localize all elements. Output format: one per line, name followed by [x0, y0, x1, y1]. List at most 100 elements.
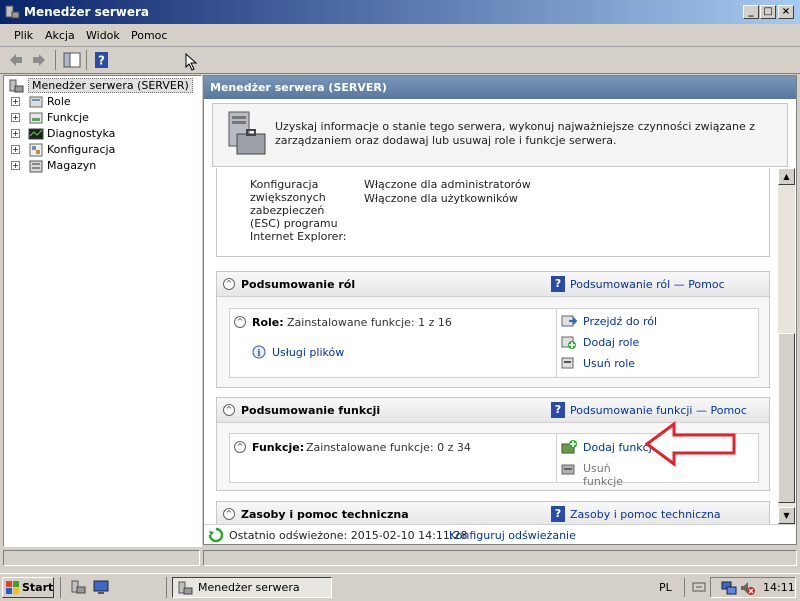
scrollbar-thumb[interactable] — [778, 333, 795, 503]
tree-item-features[interactable]: + Funkcje — [4, 110, 199, 126]
title-bar: Menedżer serwera _ □ × — [0, 0, 800, 24]
collapse-icon[interactable]: ^ — [234, 441, 246, 453]
remove-roles-icon — [561, 357, 574, 369]
toolbar-divider — [55, 50, 56, 70]
tree-item-diagnostics[interactable]: + Diagnostyka — [4, 126, 199, 142]
expand-icon[interactable]: + — [11, 129, 20, 138]
esc-label-line: (ESC) programu — [250, 217, 338, 230]
back-arrow-icon[interactable] — [6, 50, 26, 70]
esc-section: Konfiguracja zwiększonych zabezpieczeń (… — [216, 168, 770, 257]
svg-text:i: i — [257, 349, 261, 359]
menu-file[interactable]: Plik — [14, 29, 33, 42]
resources-help-link[interactable]: Zasoby i pomoc techniczna — [570, 508, 721, 521]
menu-help[interactable]: Pomoc — [131, 29, 167, 42]
resources-header[interactable]: ^ Zasoby i pomoc techniczna ? Zasoby i p… — [217, 502, 769, 524]
expand-icon[interactable]: + — [11, 97, 20, 106]
menu-view[interactable]: Widok — [86, 29, 120, 42]
taskbar-app-server-manager[interactable]: Menedżer serwera — [172, 577, 332, 598]
esc-value-admin: Włączone dla administratorów — [364, 178, 531, 191]
esc-values: Włączone dla administratorów Włączone dl… — [364, 178, 531, 206]
main-pane: Menedżer serwera (SERVER) Uzyskaj inform… — [203, 75, 797, 545]
taskbar: Start Menedżer serwera PL 14:11 — [0, 573, 800, 601]
configuration-icon — [29, 143, 43, 157]
add-roles-link[interactable]: Dodaj role — [583, 336, 639, 349]
network-icon[interactable] — [721, 580, 737, 596]
tree-item-label: Konfiguracja — [47, 143, 116, 156]
taskbar-app-label: Menedżer serwera — [198, 581, 300, 594]
tree-item-label: Diagnostyka — [47, 127, 116, 140]
main-pane-header: Menedżer serwera (SERVER) — [204, 76, 796, 99]
show-desktop-icon[interactable] — [93, 579, 109, 595]
tree-item-label: Funkcje — [47, 111, 89, 124]
toolbar-divider — [86, 50, 87, 70]
collapse-icon[interactable]: ^ — [223, 404, 235, 416]
roles-label: Role: — [252, 316, 284, 329]
expand-icon[interactable]: + — [11, 145, 20, 154]
toolbar: ? — [0, 47, 800, 74]
main-vertical-scrollbar[interactable]: ▲ ▼ — [778, 168, 795, 524]
tree-item-roles[interactable]: + Role — [4, 94, 199, 110]
tree-item-storage[interactable]: + Magazyn — [4, 158, 199, 174]
window-status-bar — [0, 547, 800, 569]
help-icon: ? — [551, 506, 565, 522]
tree-item-root[interactable]: Menedżer serwera (SERVER) — [4, 78, 199, 94]
esc-label: Konfiguracja zwiększonych zabezpieczeń (… — [250, 178, 347, 243]
tree-item-label: Magazyn — [47, 159, 97, 172]
features-summary-header[interactable]: ^ Podsumowanie funkcji ? Podsumowanie fu… — [217, 398, 769, 423]
refresh-status-bar: Ostatnio odświeżone: 2015-02-10 14:11:28… — [204, 524, 796, 544]
red-arrow-annotation-icon — [644, 421, 736, 467]
summary-scroll-area: Konfiguracja zwiększonych zabezpieczeń (… — [204, 168, 776, 524]
clock[interactable]: 14:11 — [763, 581, 795, 594]
minimize-button[interactable]: _ — [743, 5, 759, 19]
server-manager-icon — [9, 79, 24, 93]
maximize-button[interactable]: □ — [760, 5, 776, 19]
diagnostics-icon — [28, 128, 44, 140]
esc-label-line: Konfiguracja — [250, 178, 319, 191]
mouse-cursor-icon — [185, 53, 198, 71]
features-help-link[interactable]: Podsumowanie funkcji — Pomoc — [570, 404, 747, 417]
resources-title: Zasoby i pomoc techniczna — [241, 508, 409, 521]
go-to-roles-icon — [561, 315, 577, 327]
expand-icon[interactable]: + — [11, 113, 20, 122]
collapse-icon[interactable]: ^ — [223, 278, 235, 290]
tree-root-label: Menedżer serwera (SERVER) — [28, 78, 193, 93]
features-icon — [29, 112, 43, 124]
show-hide-tree-icon[interactable] — [62, 50, 82, 70]
roles-help-link[interactable]: Podsumowanie ról — Pomoc — [570, 278, 725, 291]
language-indicator[interactable]: PL — [659, 581, 672, 594]
file-services-link[interactable]: Usługi plików — [272, 346, 344, 359]
menu-action[interactable]: Akcja — [45, 29, 75, 42]
menu-bar: Plik Akcja Widok Pomoc — [0, 24, 800, 47]
info-icon: i — [252, 345, 266, 359]
collapse-icon[interactable]: ^ — [223, 508, 235, 520]
roles-summary-header[interactable]: ^ Podsumowanie ról ? Podsumowanie ról — … — [217, 272, 769, 297]
intro-text: Uzyskaj informacje o stanie tego serwera… — [275, 120, 755, 147]
start-label: Start — [22, 581, 54, 594]
scroll-up-button[interactable]: ▲ — [778, 168, 795, 185]
esc-value-users: Włączone dla użytkowników — [364, 192, 518, 205]
scroll-down-button[interactable]: ▼ — [778, 507, 795, 524]
taskbar-divider — [684, 578, 685, 597]
help-icon[interactable]: ? — [92, 50, 112, 70]
roles-summary-title: Podsumowanie ról — [241, 278, 356, 291]
expand-icon[interactable]: + — [11, 161, 20, 170]
forward-arrow-icon[interactable] — [29, 50, 49, 70]
collapse-icon[interactable]: ^ — [234, 316, 246, 328]
main-pane-title: Menedżer serwera (SERVER) — [210, 81, 387, 94]
server-manager-quicklaunch-icon[interactable] — [70, 579, 86, 595]
start-button[interactable]: Start — [2, 577, 54, 598]
configure-refresh-link[interactable]: Konfiguruj odświeżanie — [449, 529, 576, 542]
roles-actions: Przejdź do ról Dodaj role Usuń role — [556, 309, 759, 377]
taskbar-divider — [166, 577, 167, 598]
remove-roles-link[interactable]: Usuń role — [583, 357, 635, 370]
volume-muted-icon[interactable] — [739, 580, 755, 596]
close-button[interactable]: × — [778, 5, 794, 19]
go-to-roles-link[interactable]: Przejdź do ról — [583, 315, 657, 328]
remove-features-link: Usuń funkcje — [583, 462, 624, 488]
server-toolbox-icon — [228, 111, 266, 155]
add-roles-icon — [561, 336, 576, 349]
help-icon: ? — [551, 402, 565, 418]
tree-item-configuration[interactable]: + Konfiguracja — [4, 142, 199, 158]
server-manager-icon — [5, 5, 20, 19]
language-bar-icon[interactable] — [692, 580, 706, 594]
